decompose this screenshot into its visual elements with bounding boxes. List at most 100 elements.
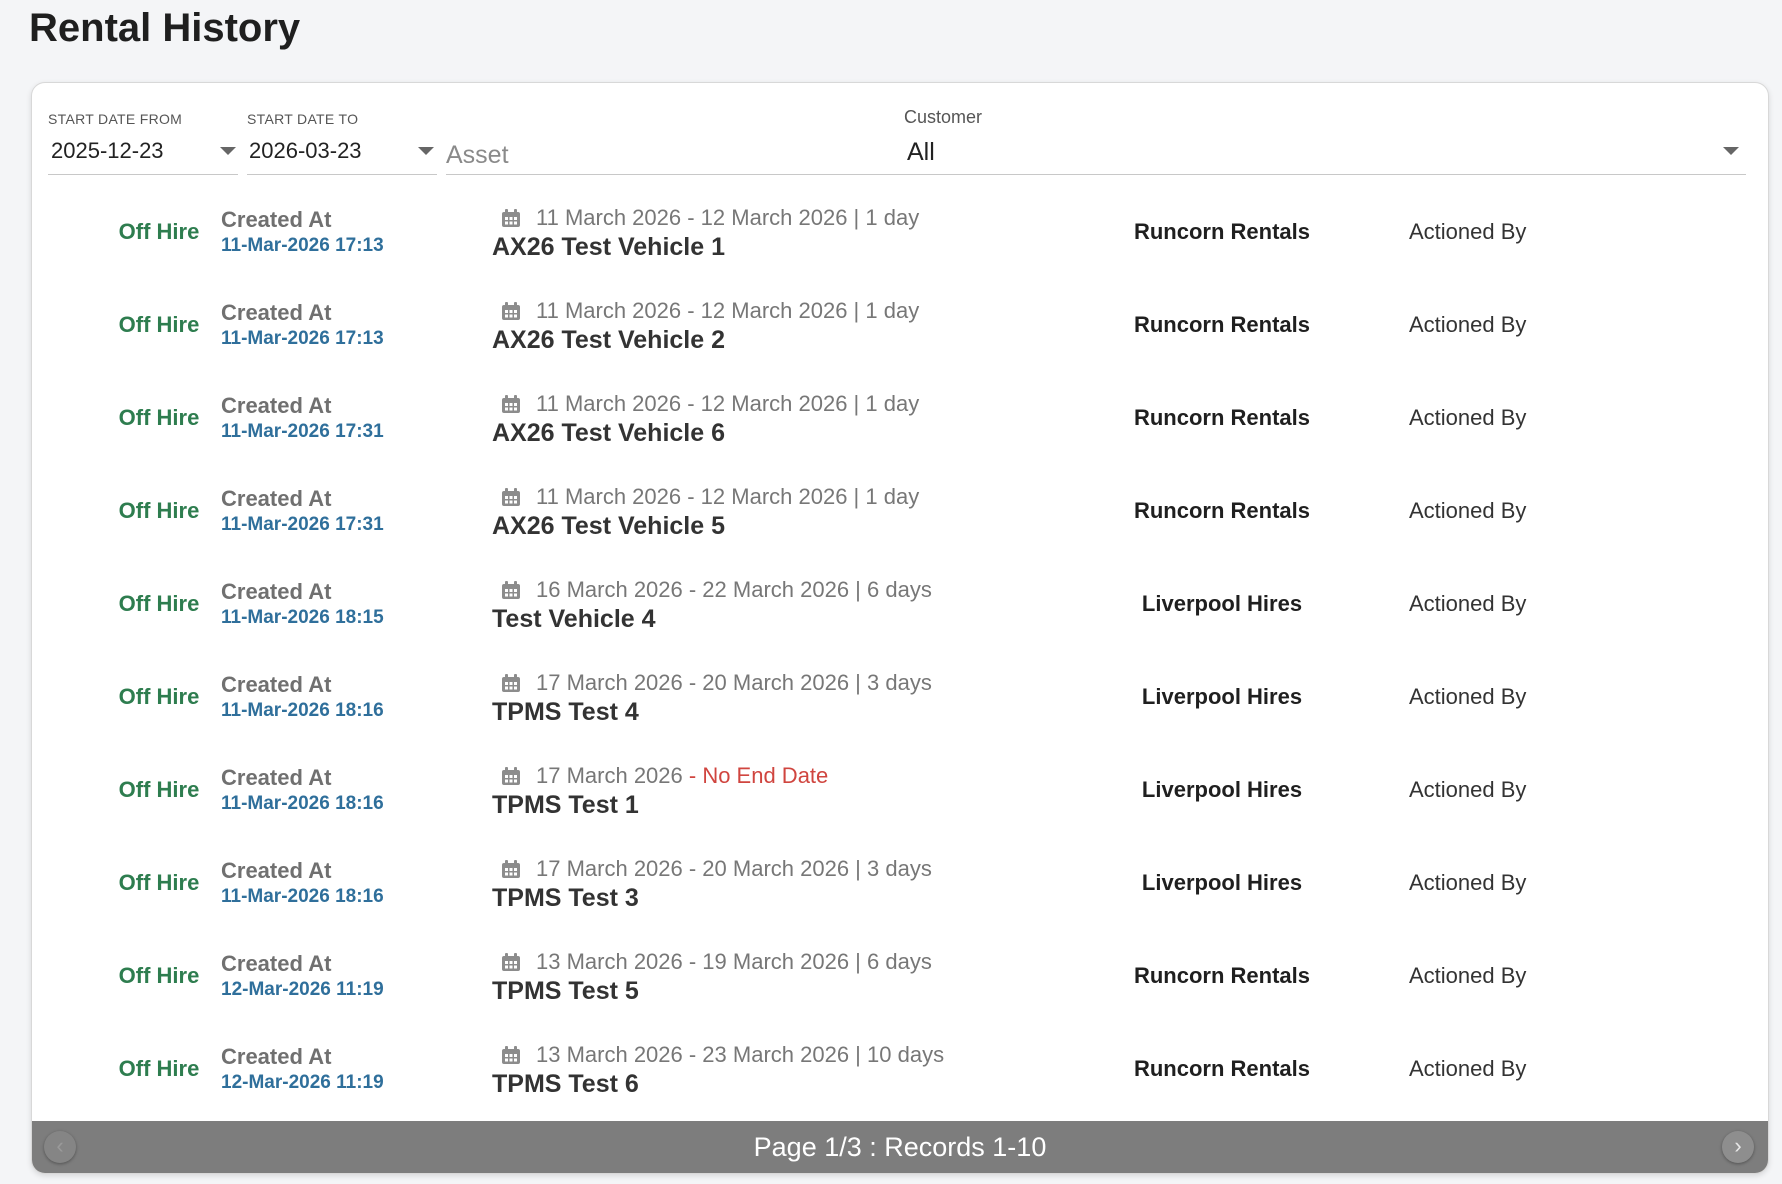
status-badge: Off Hire — [118, 1056, 200, 1081]
created-at-value: 12-Mar-2026 11:19 — [221, 1072, 384, 1093]
status-badge: Off Hire — [118, 591, 200, 616]
chevron-down-icon[interactable] — [418, 147, 434, 155]
chevron-down-icon[interactable] — [220, 147, 236, 155]
calendar-icon — [502, 488, 520, 506]
created-at-value: 11-Mar-2026 17:31 — [221, 514, 384, 535]
calendar-icon — [502, 581, 520, 599]
asset-name: TPMS Test 5 — [492, 977, 639, 1005]
created-at-label: Created At — [221, 1044, 332, 1069]
rental-dates: 11 March 2026 - 12 March 2026 | 1 day — [536, 205, 920, 230]
customer-underline — [904, 174, 1746, 175]
created-at-value: 11-Mar-2026 18:16 — [221, 886, 384, 907]
customer-name: Runcorn Rentals — [1133, 963, 1311, 988]
page-title: Rental History — [29, 6, 301, 50]
created-at-label: Created At — [221, 672, 332, 697]
created-at-value: 11-Mar-2026 17:13 — [221, 235, 384, 256]
asset-name: Test Vehicle 4 — [492, 605, 656, 633]
chevron-down-icon[interactable] — [1723, 147, 1739, 155]
calendar-icon — [502, 674, 520, 692]
asset-name: AX26 Test Vehicle 2 — [492, 326, 725, 354]
customer-select-value[interactable]: All — [907, 138, 935, 167]
status-badge: Off Hire — [118, 219, 200, 244]
rental-row[interactable]: Off Hire Created At 11-Mar-2026 18:16 17… — [32, 840, 1768, 933]
rental-row[interactable]: Off Hire Created At 12-Mar-2026 11:19 13… — [32, 1026, 1768, 1119]
no-end-date-text: - No End Date — [682, 763, 829, 788]
rental-row[interactable]: Off Hire Created At 11-Mar-2026 18:16 17… — [32, 654, 1768, 747]
rental-dates: 17 March 2026 - 20 March 2026 | 3 days — [536, 856, 932, 881]
created-at-label: Created At — [221, 393, 332, 418]
calendar-icon — [502, 953, 520, 971]
asset-name: TPMS Test 4 — [492, 698, 639, 726]
actioned-by-label: Actioned By — [1409, 1056, 1527, 1081]
rental-row[interactable]: Off Hire Created At 11-Mar-2026 18:16 17… — [32, 747, 1768, 840]
chevron-right-icon: › — [1734, 1133, 1742, 1158]
pagination-status: Page 1/3 : Records 1-10 — [753, 1132, 1047, 1162]
created-at-value: 11-Mar-2026 18:16 — [221, 793, 384, 814]
rental-row[interactable]: Off Hire Created At 11-Mar-2026 18:15 16… — [32, 561, 1768, 654]
start-date-to-value[interactable]: 2026-03-23 — [249, 138, 362, 164]
pagination-bar: ‹ Page 1/3 : Records 1-10 › — [32, 1121, 1768, 1173]
customer-name: Liverpool Hires — [1141, 777, 1303, 802]
calendar-icon — [502, 860, 520, 878]
actioned-by-label: Actioned By — [1409, 684, 1527, 709]
actioned-by-label: Actioned By — [1409, 312, 1527, 337]
rental-history-card: START DATE FROM 2025-12-23 START DATE TO… — [31, 82, 1769, 1174]
rental-row[interactable]: Off Hire Created At 11-Mar-2026 17:31 11… — [32, 375, 1768, 468]
customer-name: Runcorn Rentals — [1133, 312, 1311, 337]
rental-dates: 13 March 2026 - 23 March 2026 | 10 days — [536, 1042, 945, 1067]
created-at-label: Created At — [221, 486, 332, 511]
rental-dates: 17 March 2026 - No End Date — [536, 763, 829, 788]
created-at-value: 11-Mar-2026 18:16 — [221, 700, 384, 721]
created-at-value: 11-Mar-2026 17:13 — [221, 328, 384, 349]
customer-name: Liverpool Hires — [1141, 870, 1303, 895]
start-date-to-underline — [247, 174, 437, 175]
status-badge: Off Hire — [118, 498, 200, 523]
status-badge: Off Hire — [118, 777, 200, 802]
actioned-by-label: Actioned By — [1409, 870, 1527, 895]
created-at-label: Created At — [221, 300, 332, 325]
created-at-label: Created At — [221, 579, 332, 604]
created-at-label: Created At — [221, 207, 332, 232]
customer-label: Customer — [904, 107, 983, 127]
rental-dates: 11 March 2026 - 12 March 2026 | 1 day — [536, 484, 920, 509]
status-badge: Off Hire — [118, 684, 200, 709]
customer-name: Runcorn Rentals — [1133, 1056, 1311, 1081]
asset-underline — [446, 174, 926, 175]
created-at-label: Created At — [221, 951, 332, 976]
calendar-icon — [502, 767, 520, 785]
customer-name: Runcorn Rentals — [1133, 219, 1311, 244]
actioned-by-label: Actioned By — [1409, 219, 1527, 244]
asset-input[interactable] — [446, 138, 846, 172]
rental-row[interactable]: Off Hire Created At 11-Mar-2026 17:31 11… — [32, 468, 1768, 561]
asset-name: AX26 Test Vehicle 5 — [492, 512, 725, 540]
created-at-label: Created At — [221, 765, 332, 790]
start-date-from-underline — [48, 174, 238, 175]
actioned-by-label: Actioned By — [1409, 963, 1527, 988]
start-date-from-label: START DATE FROM — [48, 111, 183, 127]
asset-name: TPMS Test 3 — [492, 884, 639, 912]
asset-name: TPMS Test 6 — [492, 1070, 639, 1098]
actioned-by-label: Actioned By — [1409, 777, 1527, 802]
status-badge: Off Hire — [118, 405, 200, 430]
calendar-icon — [502, 1046, 520, 1064]
created-at-label: Created At — [221, 858, 332, 883]
rental-dates: 11 March 2026 - 12 March 2026 | 1 day — [536, 298, 920, 323]
rental-row[interactable]: Off Hire Created At 11-Mar-2026 17:13 11… — [32, 282, 1768, 375]
status-badge: Off Hire — [118, 963, 200, 988]
next-page-button[interactable]: › — [1722, 1131, 1754, 1163]
rental-row[interactable]: Off Hire Created At 12-Mar-2026 11:19 13… — [32, 933, 1768, 1026]
calendar-icon — [502, 302, 520, 320]
customer-name: Runcorn Rentals — [1133, 405, 1311, 430]
customer-name: Liverpool Hires — [1141, 684, 1303, 709]
rental-dates: 11 March 2026 - 12 March 2026 | 1 day — [536, 391, 920, 416]
status-badge: Off Hire — [118, 870, 200, 895]
customer-name: Runcorn Rentals — [1133, 498, 1311, 523]
rental-dates: 17 March 2026 - 20 March 2026 | 3 days — [536, 670, 932, 695]
start-date-to-label: START DATE TO — [247, 111, 359, 127]
rental-row[interactable]: Off Hire Created At 11-Mar-2026 17:13 11… — [32, 189, 1768, 282]
customer-name: Liverpool Hires — [1141, 591, 1303, 616]
rental-dates: 13 March 2026 - 19 March 2026 | 6 days — [536, 949, 932, 974]
start-date-from-value[interactable]: 2025-12-23 — [51, 138, 164, 164]
status-badge: Off Hire — [118, 312, 200, 337]
actioned-by-label: Actioned By — [1409, 498, 1527, 523]
